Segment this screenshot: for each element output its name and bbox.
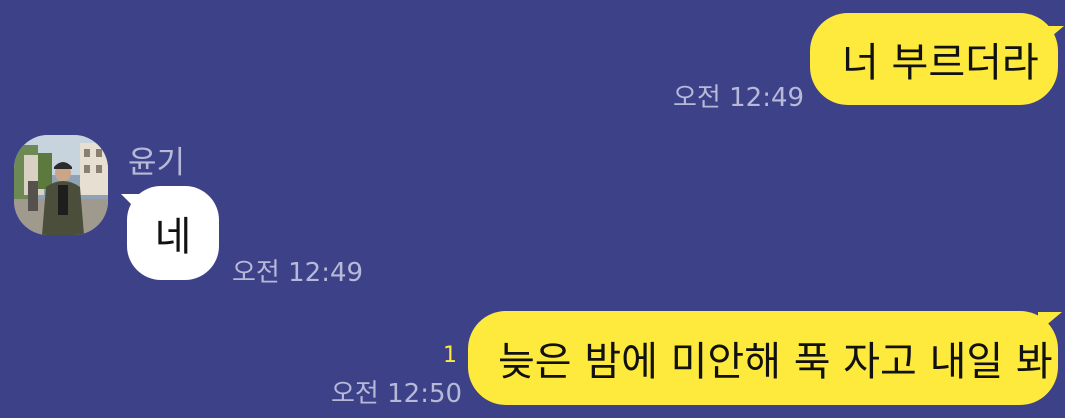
sender-name: 윤기 — [128, 145, 186, 181]
incoming-message-bubble[interactable]: 네 — [127, 186, 219, 280]
outgoing-message-bubble[interactable]: 늦은 밤에 미안해 푹 자고 내일 봐 — [468, 311, 1058, 405]
profile-photo-icon — [14, 135, 108, 235]
message-timestamp: 오전 12:49 — [232, 258, 364, 288]
message-text: 네 — [154, 214, 192, 260]
unread-count-badge: 1 — [443, 343, 457, 368]
chat-room: 오전 12:49 너 부르더라 윤기 네 오전 12:49 1 오전 12:50… — [0, 0, 1065, 418]
avatar[interactable] — [14, 135, 108, 235]
message-text: 늦은 밤에 미안해 푹 자고 내일 봐 — [498, 339, 1053, 385]
message-text: 너 부르더라 — [842, 40, 1039, 86]
message-timestamp: 오전 12:50 — [331, 379, 463, 409]
message-timestamp: 오전 12:49 — [673, 83, 805, 113]
outgoing-message-bubble[interactable]: 너 부르더라 — [810, 13, 1058, 105]
